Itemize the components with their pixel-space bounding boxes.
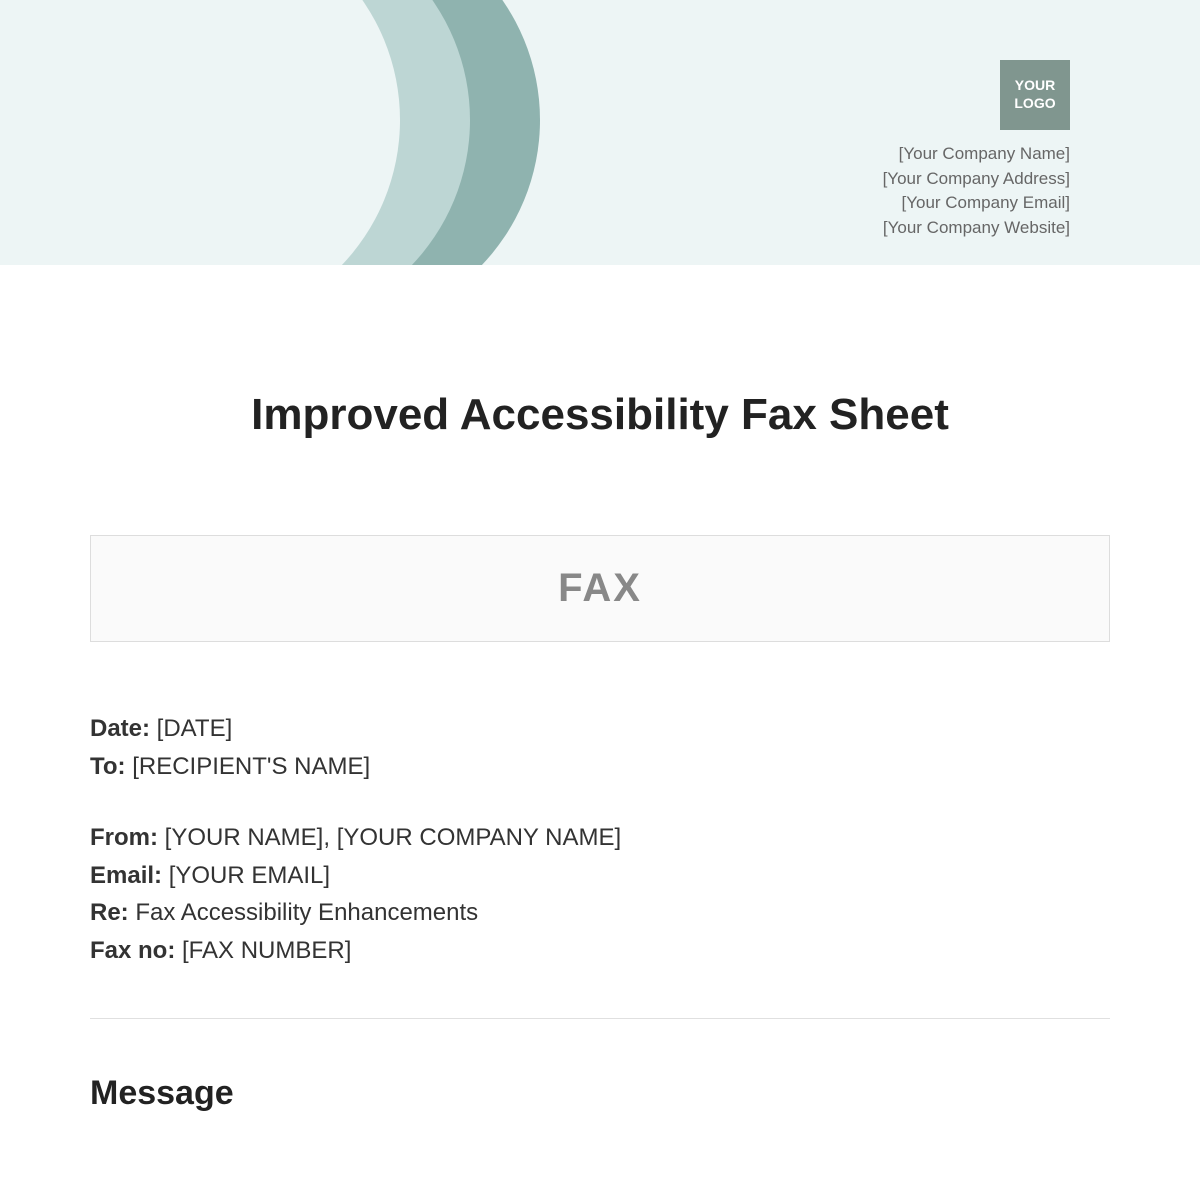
message-heading: Message [90,1074,1110,1113]
company-email: [Your Company Email] [883,191,1070,216]
crescent-bg [0,0,400,265]
logo-text-line1: YOUR [1015,77,1055,93]
faxno-label: Fax no: [90,937,175,964]
email-value: [YOUR EMAIL] [162,862,330,889]
field-to: To: [RECIPIENT'S NAME] [90,750,1110,784]
date-value: [DATE] [150,715,232,742]
page-title: Improved Accessibility Fax Sheet [90,390,1110,440]
to-label: To: [90,753,126,780]
field-email: Email: [YOUR EMAIL] [90,859,1110,893]
date-label: Date: [90,715,150,742]
field-list: Date: [DATE] To: [RECIPIENT'S NAME] From… [90,712,1110,968]
fax-label-box: FAX [90,535,1110,642]
company-info: [Your Company Name] [Your Company Addres… [883,142,1070,241]
logo-placeholder: YOUR LOGO [1000,60,1070,130]
logo-text-line2: LOGO [1014,95,1055,111]
decorative-crescents [120,0,470,265]
fax-label-text: FAX [558,566,642,610]
field-re: Re: Fax Accessibility Enhancements [90,896,1110,930]
divider [90,1018,1110,1019]
field-from: From: [YOUR NAME], [YOUR COMPANY NAME] [90,821,1110,855]
logo-block: YOUR LOGO [Your Company Name] [Your Comp… [883,60,1070,241]
company-address: [Your Company Address] [883,167,1070,192]
re-value: Fax Accessibility Enhancements [129,899,479,926]
to-value: [RECIPIENT'S NAME] [126,753,371,780]
company-website: [Your Company Website] [883,216,1070,241]
from-label: From: [90,824,158,851]
from-value: [YOUR NAME], [YOUR COMPANY NAME] [158,824,621,851]
field-date: Date: [DATE] [90,712,1110,746]
document-content: Improved Accessibility Fax Sheet FAX Dat… [0,390,1200,1113]
header-banner: YOUR LOGO [Your Company Name] [Your Comp… [0,0,1200,265]
company-name: [Your Company Name] [883,142,1070,167]
faxno-value: [FAX NUMBER] [175,937,351,964]
field-faxno: Fax no: [FAX NUMBER] [90,934,1110,968]
email-label: Email: [90,862,162,889]
re-label: Re: [90,899,129,926]
